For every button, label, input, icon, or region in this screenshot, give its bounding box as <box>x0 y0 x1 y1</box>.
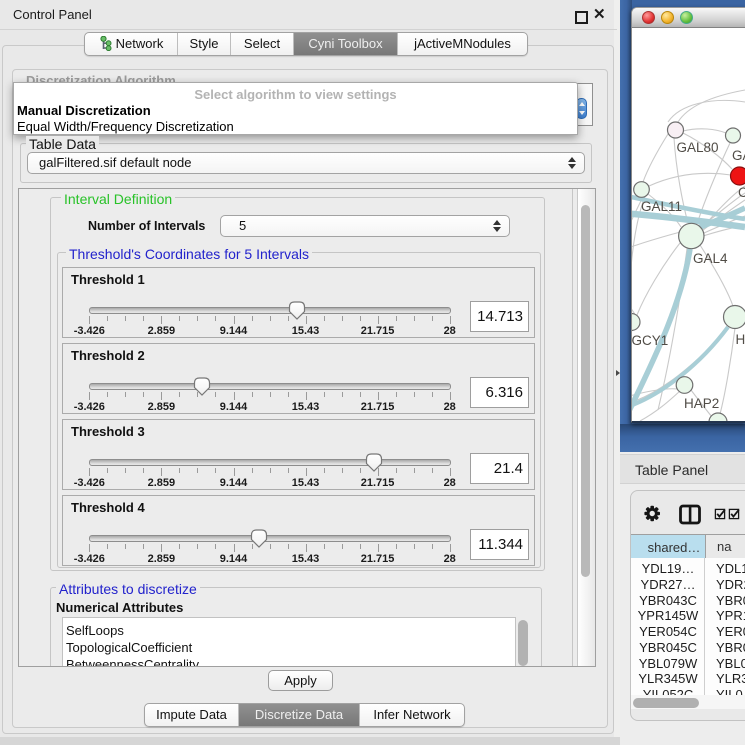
svg-text:GCY1: GCY1 <box>632 333 668 348</box>
svg-text:GAL80: GAL80 <box>677 140 719 155</box>
svg-text:CDC: CDC <box>738 185 745 200</box>
svg-text:HAP2: HAP2 <box>684 396 719 411</box>
svg-text:GAL3: GAL3 <box>732 148 745 163</box>
svg-text:GAL11: GAL11 <box>641 199 682 214</box>
svg-text:GAL4: GAL4 <box>693 251 728 266</box>
svg-text:HIS: HIS <box>736 332 745 347</box>
